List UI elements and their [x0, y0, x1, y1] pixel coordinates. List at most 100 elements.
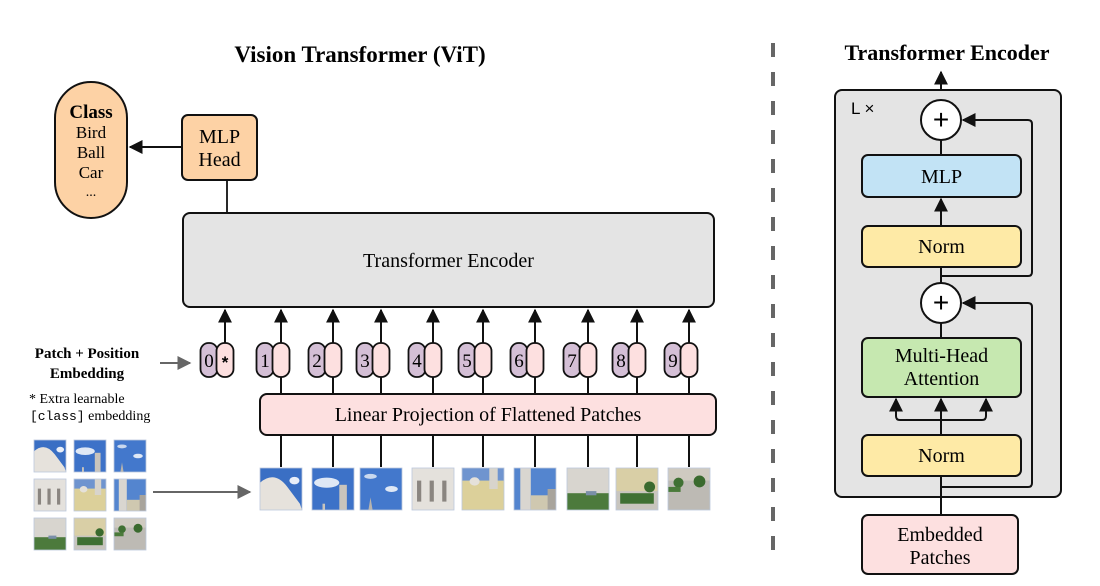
- patch-tower: [94, 452, 101, 472]
- grid-patch-1: [33, 439, 67, 473]
- patch-sky: [74, 440, 106, 472]
- class-item-ball: Ball: [77, 143, 106, 162]
- flattened-patch-5: [461, 467, 505, 511]
- linear-projection-label: Linear Projection of Flattened Patches: [335, 404, 642, 426]
- position-index-label: 6: [514, 351, 524, 372]
- class-output-box: Class Bird Ball Car ...: [54, 81, 128, 219]
- footnote-line2: [class] embedding: [30, 409, 150, 424]
- plus-icon: +: [933, 287, 949, 318]
- patch-embedding-pill: [371, 342, 391, 378]
- norm-top-label: Norm: [918, 236, 965, 258]
- patch-embedding-pill: [323, 342, 343, 378]
- multi-head-attention-block: Multi-Head Attention: [861, 337, 1022, 398]
- class-item-car: Car: [79, 163, 104, 182]
- grid-patch-2: [73, 439, 107, 473]
- patch-dome: [547, 489, 556, 510]
- patch-window: [47, 488, 51, 505]
- patch-hedge: [77, 537, 103, 546]
- patch-tree: [118, 525, 126, 534]
- token-6: 6: [509, 308, 545, 394]
- norm-bottom-label: Norm: [918, 445, 965, 467]
- patch-dome: [469, 477, 480, 486]
- grid-patch-9: [113, 517, 147, 551]
- grid-patch-6: [113, 478, 147, 512]
- position-index-label: 1: [260, 351, 270, 372]
- embedded-patches-block: Embedded Patches: [861, 514, 1019, 575]
- patch-hedge: [114, 532, 124, 537]
- patch-car: [48, 535, 57, 539]
- position-index-label: 2: [312, 351, 322, 372]
- patch-cloud: [314, 477, 340, 488]
- patch-tree: [693, 475, 706, 488]
- grid-patch-8: [73, 517, 107, 551]
- position-index-label: 7: [567, 351, 577, 372]
- token-5: 5: [457, 308, 493, 394]
- class-token-asterisk: *: [222, 353, 229, 372]
- patch-cloud: [117, 444, 127, 449]
- token-7: 7: [562, 308, 598, 394]
- position-index-label: 4: [412, 351, 422, 372]
- transformer-encoder-label: Transformer Encoder: [363, 250, 534, 272]
- patch-embedding-pill: [271, 342, 291, 378]
- flattened-patch-9: [667, 467, 711, 511]
- mlp-head-line2: Head: [198, 149, 240, 171]
- footnote-embedding-text: embedding: [85, 409, 151, 424]
- patch-cloud: [75, 447, 95, 456]
- patch-tower: [339, 484, 347, 510]
- patch-facade: [462, 480, 504, 510]
- token-embeddings: 0 * 1 2 3 4 5 6 7 8 9: [199, 308, 699, 394]
- class-item-ellipsis: ...: [86, 185, 97, 200]
- class-heading: Class: [69, 102, 112, 123]
- patch-window: [429, 480, 434, 502]
- position-index-label: 0: [204, 351, 214, 372]
- grid-patch-3: [113, 439, 147, 473]
- patch-cloud: [289, 476, 300, 485]
- patch-position-embedding-label-2: Embedding: [50, 366, 125, 382]
- norm-block-top: Norm: [861, 225, 1022, 268]
- patch-window: [37, 488, 42, 505]
- patch-position-embedding-label-1: Patch + Position: [35, 346, 140, 362]
- token-1: 1: [255, 308, 291, 394]
- mha-line2: Attention: [904, 368, 980, 390]
- patch-spire: [82, 467, 84, 472]
- add-node-bottom: +: [920, 282, 962, 324]
- patch-car: [585, 491, 597, 496]
- token-9: 9: [663, 308, 699, 394]
- footnote-class-code: [class]: [30, 409, 85, 424]
- patch-cloud: [385, 486, 398, 492]
- token-4: 4: [407, 308, 443, 394]
- input-image-grid: [33, 439, 147, 551]
- flattened-patch-7: [566, 467, 610, 511]
- patch-embedding-pill: [578, 342, 598, 378]
- token-0: 0 *: [199, 308, 235, 378]
- patch-tree: [644, 481, 656, 493]
- patch-window: [57, 488, 61, 505]
- position-index-label: 8: [616, 351, 626, 372]
- patch-tower: [94, 479, 102, 495]
- vit-architecture-diagram: Vision Transformer (ViT) Class Bird Ball…: [29, 40, 1062, 575]
- patch-hedge: [567, 493, 609, 510]
- patch-sky: [312, 468, 354, 510]
- repeat-label: L ×: [851, 99, 874, 118]
- flattened-patch-6: [513, 467, 557, 511]
- patch-tree: [673, 477, 684, 488]
- flattened-patch-1: [259, 467, 303, 511]
- transformer-encoder-box: Transformer Encoder: [182, 212, 715, 308]
- patch-hedge: [34, 537, 66, 550]
- patch-facade: [567, 468, 609, 494]
- token-2: 2: [307, 308, 343, 394]
- patch-facade: [34, 518, 66, 538]
- patch-tower: [118, 479, 127, 511]
- mlp-head-line1: MLP: [199, 126, 240, 148]
- grid-patch-5: [73, 478, 107, 512]
- patch-hedge: [620, 493, 654, 504]
- patch-dome: [139, 495, 146, 511]
- patch-embedding-pill: [525, 342, 545, 378]
- patch-embedding-pill: [627, 342, 647, 378]
- embedded-line1: Embedded: [897, 524, 983, 546]
- flattened-patch-row: [259, 435, 711, 511]
- norm-block-bottom: Norm: [861, 434, 1022, 477]
- patch-dome: [79, 486, 88, 493]
- grid-patch-7: [33, 517, 67, 551]
- patch-cloud: [56, 446, 65, 453]
